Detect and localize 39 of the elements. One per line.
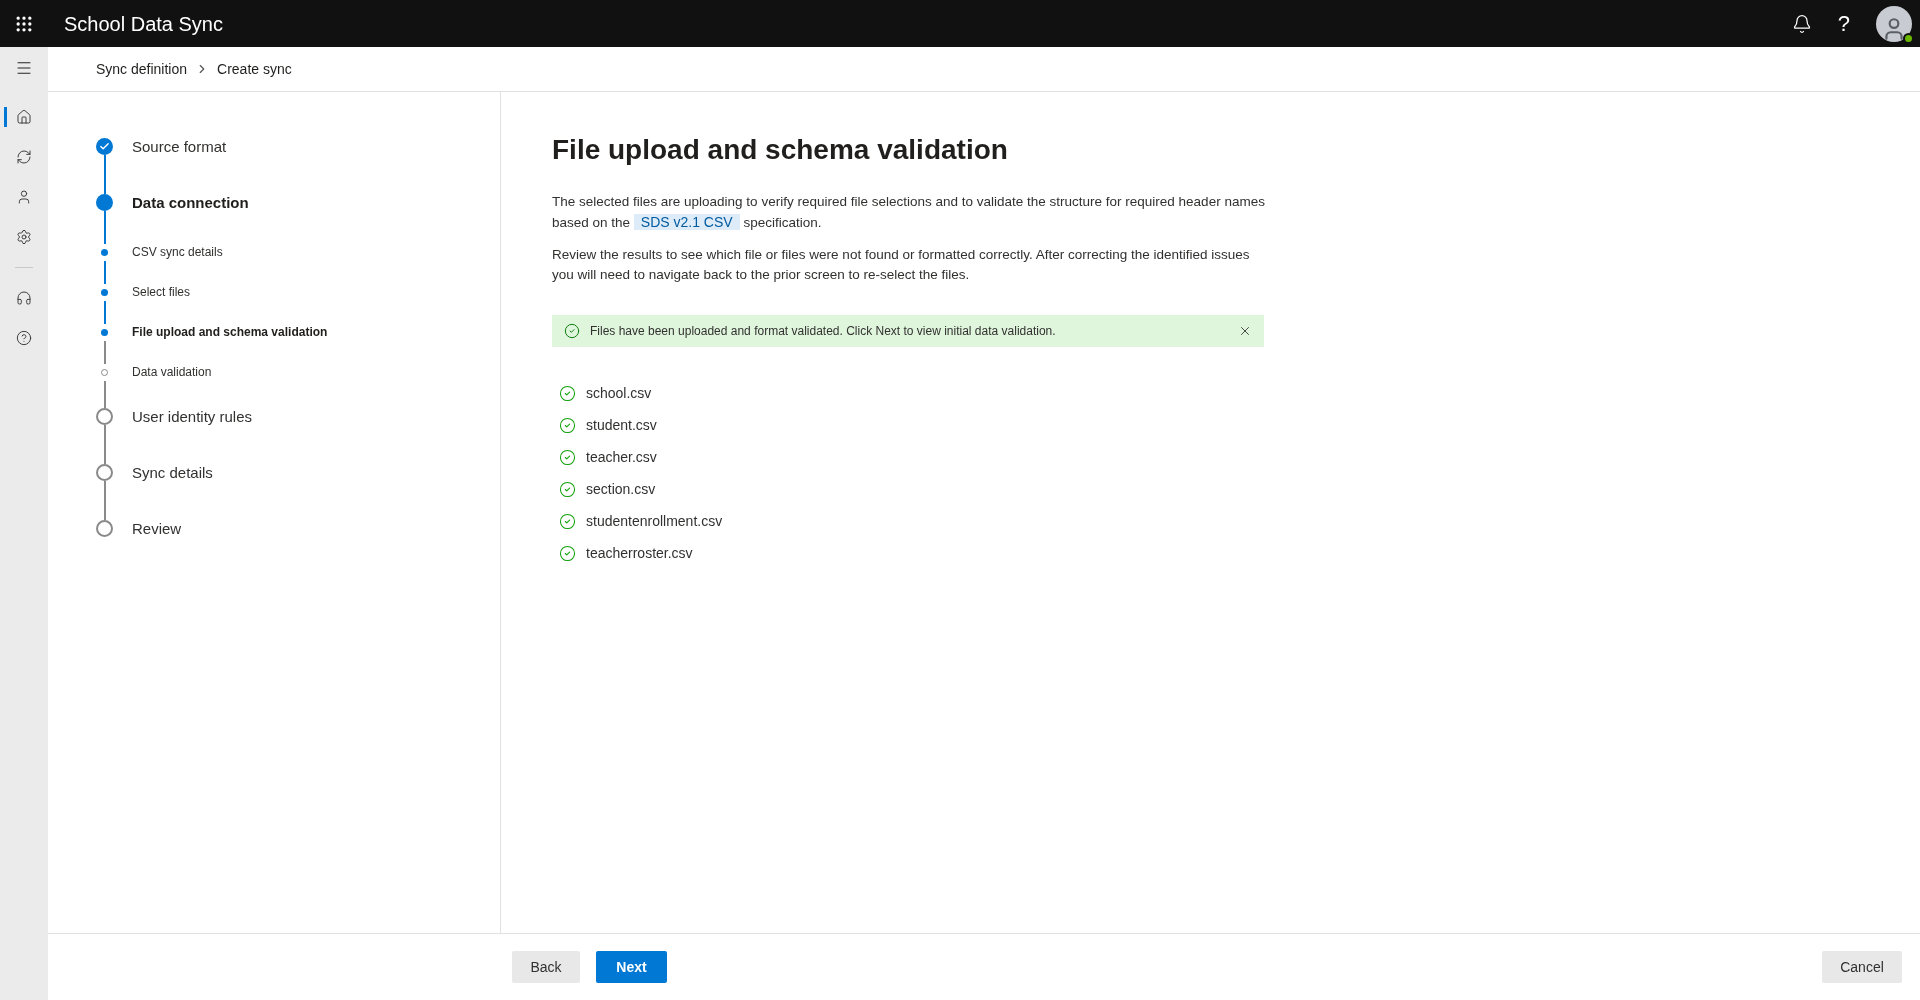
- intro-text: The selected files are uploading to verify required file selections and to validate the structure for required header names based on the SDS v2.1 CSV specification.: [552, 193, 1266, 232]
- headset-icon[interactable]: [16, 290, 32, 306]
- page-title: File upload and schema validation: [552, 133, 1009, 167]
- file-name: section.csv: [586, 479, 656, 499]
- step-label: Source format: [132, 138, 227, 157]
- step-label: Select files: [132, 284, 191, 301]
- breadcrumb-item[interactable]: Sync definition: [96, 58, 188, 80]
- spec-link[interactable]: SDS v2.1 CSV: [633, 214, 740, 230]
- help-icon[interactable]: ?: [1837, 12, 1850, 35]
- file-name: teacher.csv: [586, 447, 657, 467]
- file-name: student.csv: [586, 415, 657, 435]
- close-icon[interactable]: [1238, 324, 1252, 338]
- avatar[interactable]: [1876, 5, 1912, 42]
- notifications-icon[interactable]: [1791, 13, 1812, 34]
- step-label: Review: [132, 520, 182, 539]
- next-button[interactable]: Next: [596, 951, 667, 983]
- step-label: User identity rules: [132, 408, 253, 427]
- menu-icon[interactable]: [15, 59, 33, 77]
- step-label: Data connection: [132, 194, 249, 213]
- settings-icon[interactable]: [16, 229, 32, 245]
- home-icon[interactable]: [16, 109, 32, 125]
- sync-icon[interactable]: [16, 149, 32, 165]
- step-label: CSV sync details: [132, 244, 223, 261]
- app-title: School Data Sync: [64, 11, 223, 37]
- success-icon: [564, 323, 580, 339]
- person-icon[interactable]: [16, 189, 32, 205]
- step-label: File upload and schema validation: [132, 324, 328, 341]
- breadcrumb-item: Create sync: [217, 59, 292, 79]
- file-name: school.csv: [586, 383, 652, 403]
- file-name: studentenrollment.csv: [586, 511, 723, 531]
- help-icon[interactable]: [16, 330, 32, 346]
- cancel-button[interactable]: Cancel: [1822, 951, 1902, 983]
- file-name: teacherroster.csv: [586, 543, 693, 563]
- step-label: Sync details: [132, 464, 213, 483]
- step-label: Data validation: [132, 364, 212, 381]
- banner-message: Files have been uploaded and format validated. Click Next to view initial data validation.: [590, 323, 1056, 340]
- back-button[interactable]: Back: [512, 951, 580, 983]
- review-text: Review the results to see which file or files were not found or formatted correctly. After correcting the identified issues you will need to navigate back to the prior screen to re-select the files.: [552, 246, 1251, 284]
- selected-indicator: [4, 107, 7, 127]
